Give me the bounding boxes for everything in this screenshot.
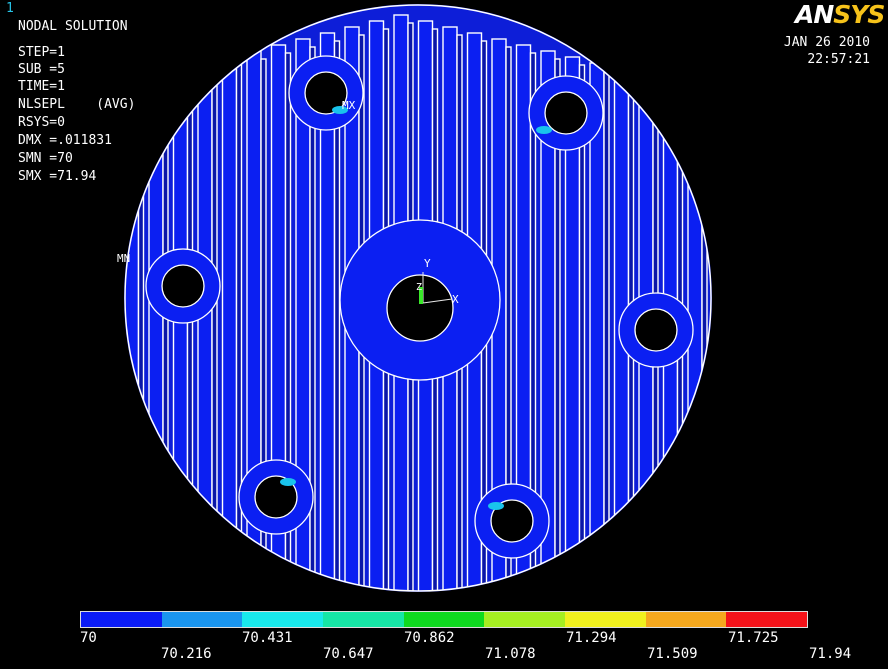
legend-swatch [323, 612, 404, 627]
finned-disk-model [100, 4, 732, 600]
ansys-graphics-window: 1 NODAL SOLUTION STEP=1 SUB =5 TIME=1 NL… [0, 0, 888, 669]
legend-swatch [81, 612, 162, 627]
y-axis-label: Y [424, 257, 431, 270]
z-axis-label: Z [416, 282, 423, 293]
max-marker: MX [342, 99, 356, 112]
bolt-hole [161, 264, 205, 308]
legend-swatch [484, 612, 566, 627]
cooling-fin [100, 87, 119, 600]
legend-tick: 70.431 [242, 630, 293, 646]
cooling-fin [589, 62, 610, 591]
min-marker: MN [117, 252, 131, 265]
x-axis-label: X [452, 293, 459, 306]
cooling-fin [197, 62, 218, 591]
legend-swatch [565, 612, 646, 627]
stress-hot-spot [280, 478, 296, 486]
bolt-hole [544, 91, 588, 135]
legend-tick: 71.509 [647, 646, 698, 662]
cooling-fin [148, 74, 169, 591]
cooling-fin [713, 93, 732, 600]
stress-hot-spot [536, 126, 552, 134]
legend-tick: 71.725 [728, 630, 779, 646]
cooling-fin [172, 68, 194, 591]
legend-swatch [403, 612, 485, 627]
legend-swatch [726, 612, 808, 627]
legend-tick: 70.862 [404, 630, 455, 646]
legend-tick: 70.647 [323, 646, 374, 662]
legend-tick: 71.078 [485, 646, 536, 662]
stress-hot-spot [488, 502, 504, 510]
legend-tick: 71.94 [809, 646, 852, 662]
bolt-hole [634, 308, 678, 352]
legend-tick: 71.294 [566, 630, 617, 646]
legend-tick: 70.216 [161, 646, 212, 662]
contour-legend-bar [80, 611, 808, 628]
legend-swatch [645, 612, 727, 627]
legend-swatch [161, 612, 243, 627]
legend-tick: 70 [80, 630, 97, 646]
legend-swatch [242, 612, 324, 627]
